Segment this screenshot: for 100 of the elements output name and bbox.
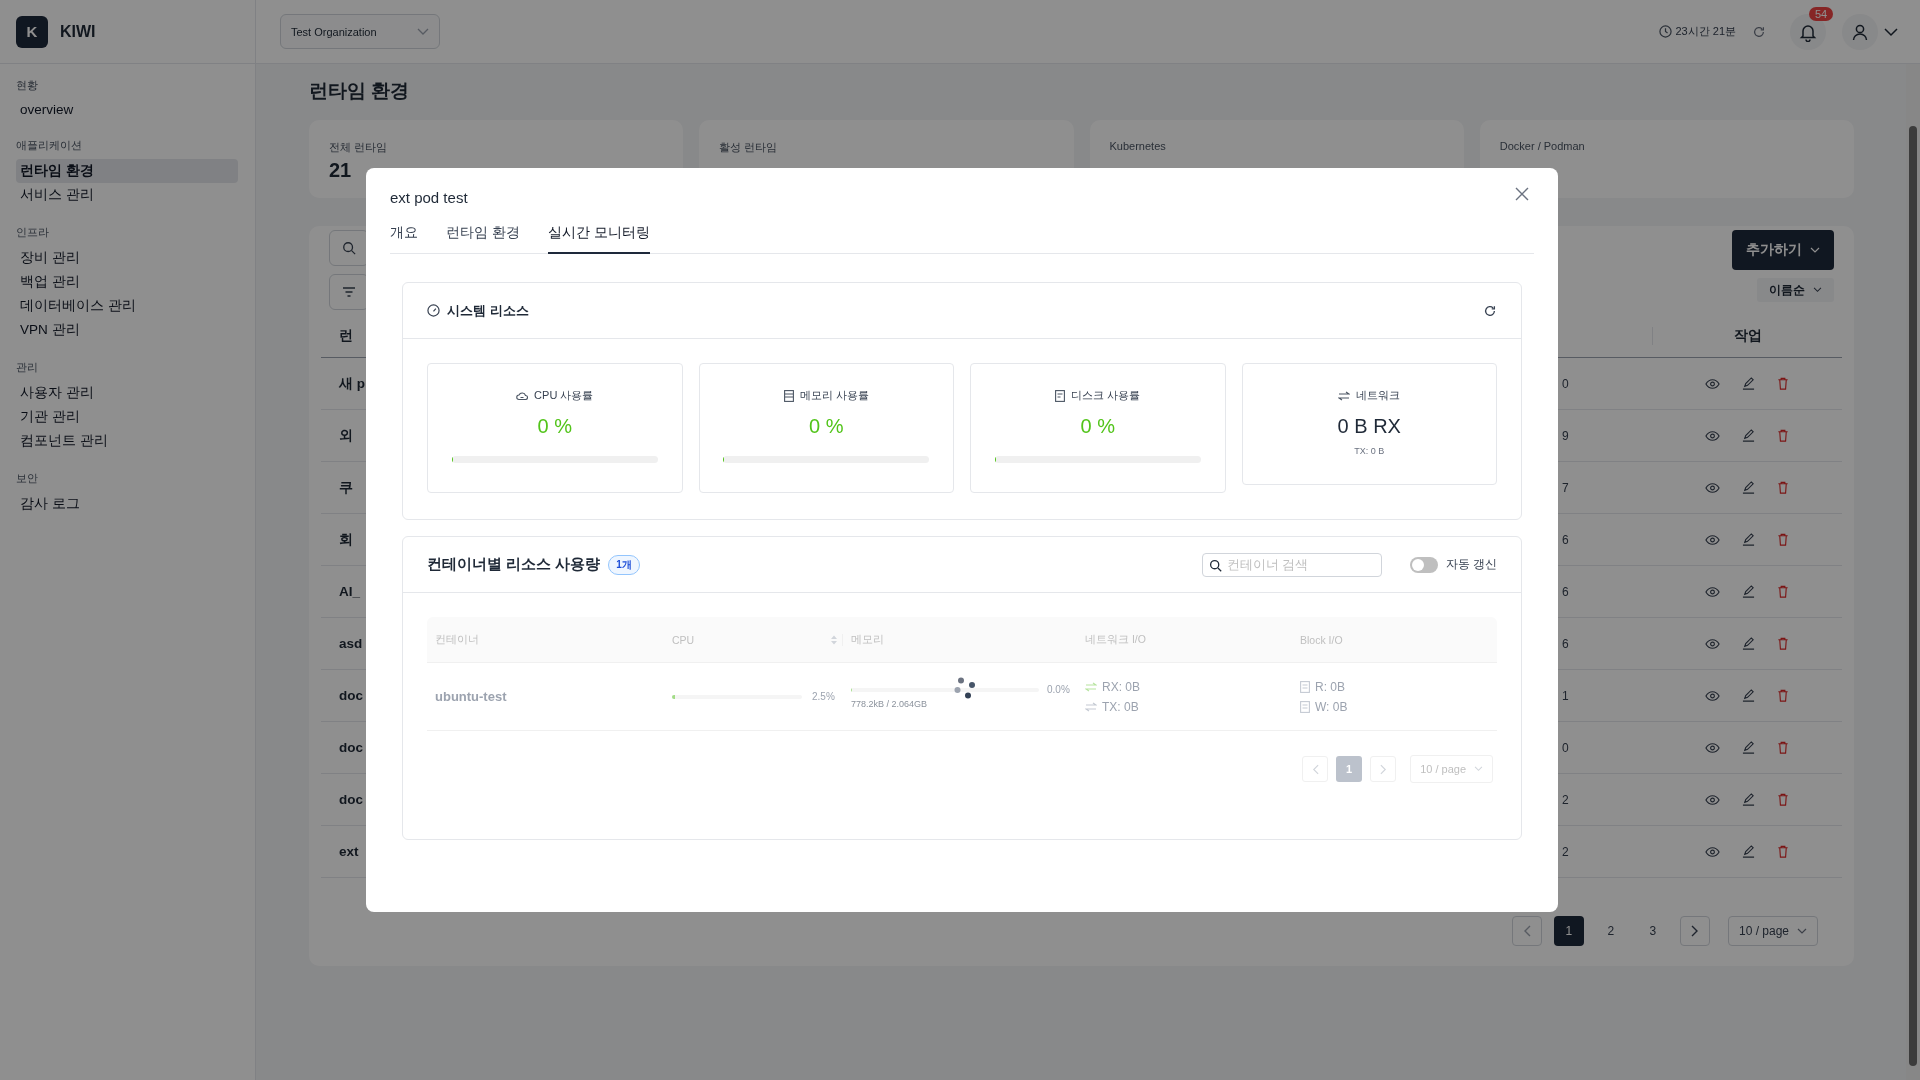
transfer-icon	[1085, 681, 1097, 692]
view-icon[interactable]	[1705, 638, 1720, 649]
edit-icon[interactable]	[1742, 377, 1755, 390]
metric-label: CPU 사용률	[534, 388, 594, 403]
stat-label: Docker / Podman	[1499, 140, 1586, 152]
nav-item[interactable]: 백업 관리	[16, 270, 238, 294]
transfer-icon	[1338, 390, 1351, 401]
close-icon	[1515, 187, 1529, 201]
view-icon[interactable]	[1705, 586, 1720, 597]
chevron-right-icon	[1379, 763, 1387, 775]
edit-icon[interactable]	[1742, 845, 1755, 858]
view-icon[interactable]	[1705, 430, 1720, 441]
filter-icon	[342, 286, 356, 298]
page-button[interactable]: 2	[1595, 916, 1626, 946]
toggle-label: 자동 갱신	[1445, 556, 1497, 573]
nav-item[interactable]: 감사 로그	[16, 492, 238, 516]
column-header: 작업	[1652, 326, 1842, 345]
view-icon[interactable]	[1705, 846, 1720, 857]
table-cell-text: 2	[1562, 844, 1570, 859]
nav-item[interactable]: 데이터베이스 관리	[16, 294, 238, 318]
toggle-switch[interactable]	[1409, 556, 1438, 573]
sort-select[interactable]: 이름순	[1757, 278, 1834, 302]
edit-icon[interactable]	[1742, 585, 1755, 598]
delete-icon[interactable]	[1777, 533, 1789, 546]
table-cell-text: 7	[1562, 480, 1570, 495]
chevron-left-icon	[1311, 763, 1319, 775]
table-cell-text: asd	[338, 636, 364, 651]
chevron-down-icon	[1797, 927, 1807, 935]
table-cell-text: ext	[338, 844, 360, 859]
count-badge: 1개	[608, 554, 640, 575]
delete-icon[interactable]	[1777, 481, 1789, 494]
cpu-reading: 2.5%	[812, 691, 835, 702]
delete-icon[interactable]	[1777, 793, 1789, 806]
edit-icon[interactable]	[1742, 429, 1755, 442]
add-button[interactable]: 추가하기	[1732, 230, 1834, 270]
view-icon[interactable]	[1705, 534, 1720, 545]
chevron-down-icon	[417, 27, 429, 36]
delete-icon[interactable]	[1777, 585, 1789, 598]
column-header: 컨테이너	[434, 632, 480, 647]
nav-item[interactable]: 장비 관리	[16, 246, 238, 270]
edit-icon[interactable]	[1742, 689, 1755, 702]
page-button[interactable]: 3	[1637, 916, 1668, 946]
table-cell-text: 6	[1562, 636, 1570, 651]
edit-icon[interactable]	[1742, 481, 1755, 494]
delete-icon[interactable]	[1777, 741, 1789, 754]
view-icon[interactable]	[1705, 482, 1720, 493]
metric-label: 네트워크	[1356, 388, 1401, 403]
refresh-icon[interactable]	[1483, 303, 1497, 318]
user-menu-button[interactable]	[1842, 13, 1898, 50]
metric-subtext: TX: 0 B	[1354, 446, 1385, 456]
search-icon	[342, 241, 356, 255]
chevron-down-icon	[1884, 26, 1898, 37]
metric-value: 0 B RX	[1337, 415, 1401, 438]
page-size-select[interactable]: 10 / page	[1727, 916, 1818, 946]
session-time: 23시간 21분	[1675, 24, 1736, 39]
delete-icon[interactable]	[1777, 377, 1789, 390]
list-icon	[783, 389, 794, 402]
delete-icon[interactable]	[1777, 637, 1789, 650]
edit-icon[interactable]	[1742, 533, 1755, 546]
delete-icon[interactable]	[1777, 845, 1789, 858]
cloud-icon	[516, 390, 529, 401]
network-tx: TX: 0B	[1102, 699, 1139, 714]
nav-item[interactable]: 기관 관리	[16, 405, 238, 429]
table-cell-text: 6	[1562, 532, 1570, 547]
table-cell-text: 0	[1562, 740, 1570, 755]
stat-label: 활성 런타임	[719, 140, 779, 155]
view-icon[interactable]	[1705, 690, 1720, 701]
nav-item[interactable]: 서비스 관리	[16, 183, 238, 207]
edit-icon[interactable]	[1742, 637, 1755, 650]
metric-value: 0 %	[537, 415, 572, 438]
gauge-icon	[427, 304, 440, 317]
page-button[interactable]: 1	[1553, 916, 1584, 946]
organization-select[interactable]: Test Organization	[280, 14, 440, 49]
card-title: 컨테이너별 리소스 사용량	[427, 555, 601, 574]
table-cell-text: AI_	[338, 584, 361, 599]
tab[interactable]: 개요	[390, 220, 418, 254]
nav-item[interactable]: 런타임 환경	[16, 159, 238, 183]
nav-item[interactable]: VPN 관리	[16, 318, 238, 342]
delete-icon[interactable]	[1777, 429, 1789, 442]
view-icon[interactable]	[1705, 794, 1720, 805]
nav-section-heading: 현황	[16, 78, 38, 93]
tab[interactable]: 런타임 환경	[446, 220, 520, 254]
search-field[interactable]: 컨테이너 검색	[1201, 552, 1382, 577]
transfer-icon	[1085, 701, 1097, 712]
delete-icon[interactable]	[1777, 689, 1789, 702]
view-icon[interactable]	[1705, 378, 1720, 389]
chevron-left-icon	[1522, 925, 1531, 937]
edit-icon[interactable]	[1742, 793, 1755, 806]
table-cell-text: doc	[338, 740, 364, 755]
metric-value: 0 %	[1080, 415, 1115, 438]
document-icon	[1055, 389, 1066, 402]
nav-item[interactable]: overview	[16, 99, 238, 120]
nav-item[interactable]: 컴포넌트 관리	[16, 429, 238, 453]
table-cell-text: 2	[1562, 792, 1570, 807]
tab[interactable]: 실시간 모니터링	[547, 220, 650, 254]
view-icon[interactable]	[1705, 742, 1720, 753]
stat-label: Kubernetes	[1109, 140, 1167, 152]
column-header: CPU	[672, 633, 695, 646]
edit-icon[interactable]	[1742, 741, 1755, 754]
nav-item[interactable]: 사용자 관리	[16, 381, 238, 405]
